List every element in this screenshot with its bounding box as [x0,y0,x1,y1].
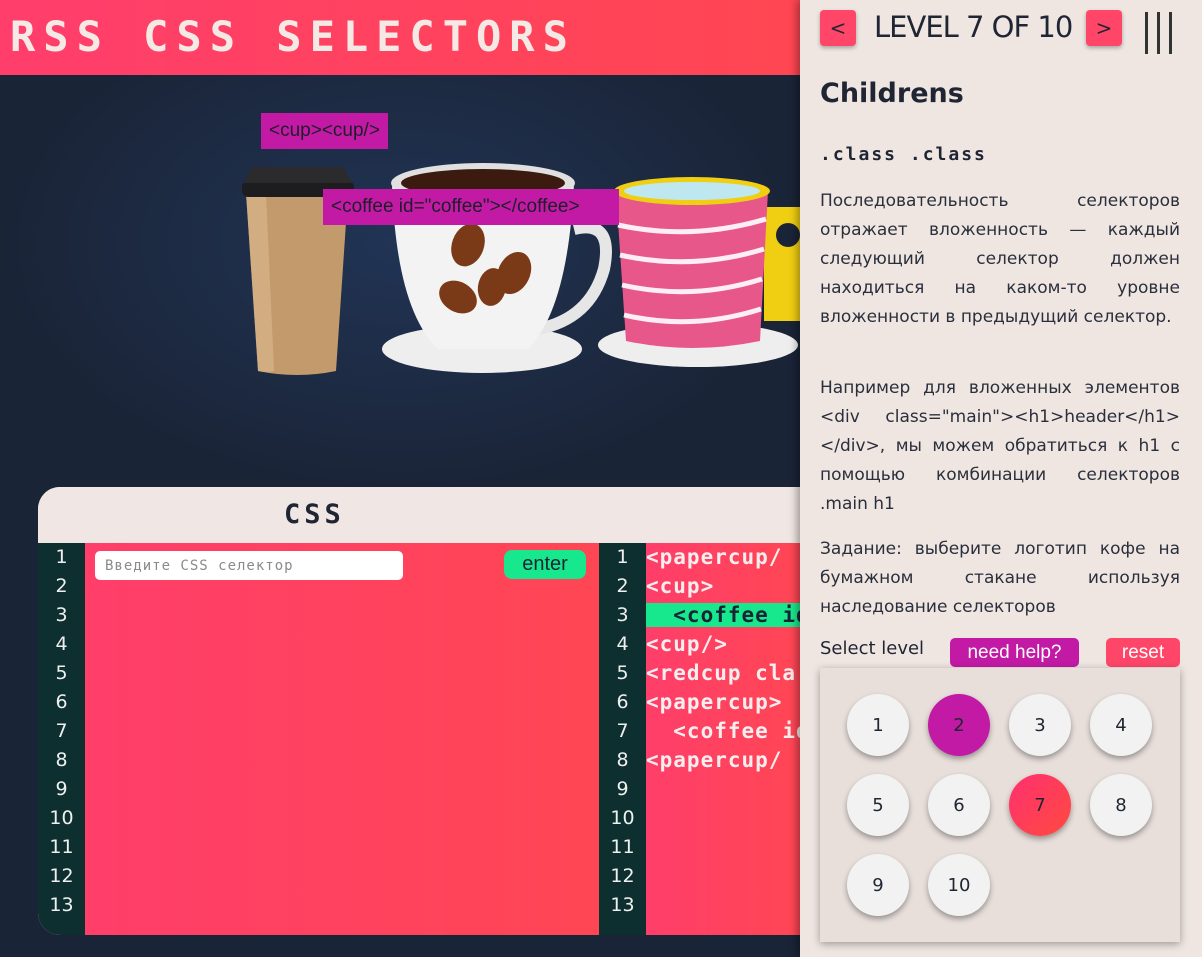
line-number: 4 [55,633,68,655]
html-viewer-pane: <papercup/ <cup> <coffee id <cup/> <redc… [646,543,800,935]
line-number: 7 [55,720,68,742]
red-cup-image[interactable] [598,171,800,371]
level-button-5[interactable]: 5 [847,774,909,836]
next-level-button[interactable]: > [1086,10,1122,46]
html-line-numbers: 1 2 3 4 5 6 7 8 9 10 11 12 13 [599,543,646,935]
level-button-10[interactable]: 10 [928,854,990,916]
level-example: Например для вложенных элементов <div cl… [820,378,1180,514]
html-code-line: <papercup/ [646,545,783,569]
html-code-line: <papercup/ [646,748,783,772]
line-number: 10 [49,807,74,829]
level-button-8[interactable]: 8 [1090,774,1152,836]
line-number: 5 [616,662,629,684]
level-button-2[interactable]: 2 [928,694,990,756]
line-number: 7 [616,720,629,742]
level-button-9[interactable]: 9 [847,854,909,916]
line-number: 1 [616,546,629,568]
line-number: 12 [49,865,74,887]
html-code-line: <redcup cla [646,661,797,685]
line-number: 2 [616,575,629,597]
line-number: 3 [616,604,629,626]
line-number: 8 [616,749,629,771]
level-description: Последовательность селекторов отражает в… [820,191,1180,327]
line-number: 4 [616,633,629,655]
need-help-button[interactable]: need help? [950,638,1079,667]
line-number: 10 [610,807,635,829]
css-line-numbers: 1 2 3 4 5 6 7 8 9 10 11 12 13 [38,543,85,935]
line-number: 11 [610,836,635,858]
app-header: RSS CSS SELECTORS [0,0,800,75]
level-panel: < LEVEL 7 OF 10 > Childrens .class .clas… [800,0,1202,957]
editor-window: CSS 1 2 3 4 5 6 7 8 9 10 11 12 13 enter … [38,487,800,935]
reset-button[interactable]: reset [1106,638,1180,667]
level-button-6[interactable]: 6 [928,774,990,836]
line-number: 12 [610,865,635,887]
line-number: 3 [55,604,68,626]
line-number: 6 [616,691,629,713]
line-number: 6 [55,691,68,713]
line-number: 8 [55,749,68,771]
level-task: Задание: выберите логотип кофе на бумажн… [820,539,1180,617]
highlighted-code: <coffee id [646,603,800,627]
menu-icon[interactable] [1142,12,1176,54]
html-code-line-highlighted: <coffee id [646,601,800,630]
level-button-4[interactable]: 4 [1090,694,1152,756]
css-selector-input[interactable] [95,551,403,580]
editor-header: CSS [38,487,800,543]
level-selector-syntax: .class .class [820,144,987,165]
tooltip-coffee: <coffee id="coffee"></coffee> [323,189,619,225]
line-number: 9 [55,778,68,800]
level-grid: 1 2 3 4 5 6 7 8 9 10 [820,668,1180,942]
html-code-line: <cup> [646,574,715,598]
line-number: 13 [610,894,635,916]
line-number: 1 [55,546,68,568]
table-stage: <cup><cup/> <coffee id="coffee"></coffee… [0,75,800,495]
line-number: 13 [49,894,74,916]
level-button-3[interactable]: 3 [1009,694,1071,756]
html-code-line: <cup/> [646,632,728,656]
tooltip-cup: <cup><cup/> [261,113,388,149]
line-number: 11 [49,836,74,858]
app-title: RSS CSS SELECTORS [10,12,576,61]
html-code-line: <papercup> [646,690,783,714]
line-number: 9 [616,778,629,800]
level-name: Childrens [820,78,964,109]
line-number: 2 [55,575,68,597]
enter-button[interactable]: enter [504,550,586,579]
level-button-7[interactable]: 7 [1009,774,1071,836]
prev-level-button[interactable]: < [820,10,856,46]
select-level-label: Select level [820,638,925,659]
level-title: LEVEL 7 OF 10 [874,10,1073,44]
line-number: 5 [55,662,68,684]
level-button-1[interactable]: 1 [847,694,909,756]
html-code-line: <coffee id [646,719,800,743]
css-editor-pane: enter [85,543,599,935]
css-editor-title: CSS [284,499,345,530]
